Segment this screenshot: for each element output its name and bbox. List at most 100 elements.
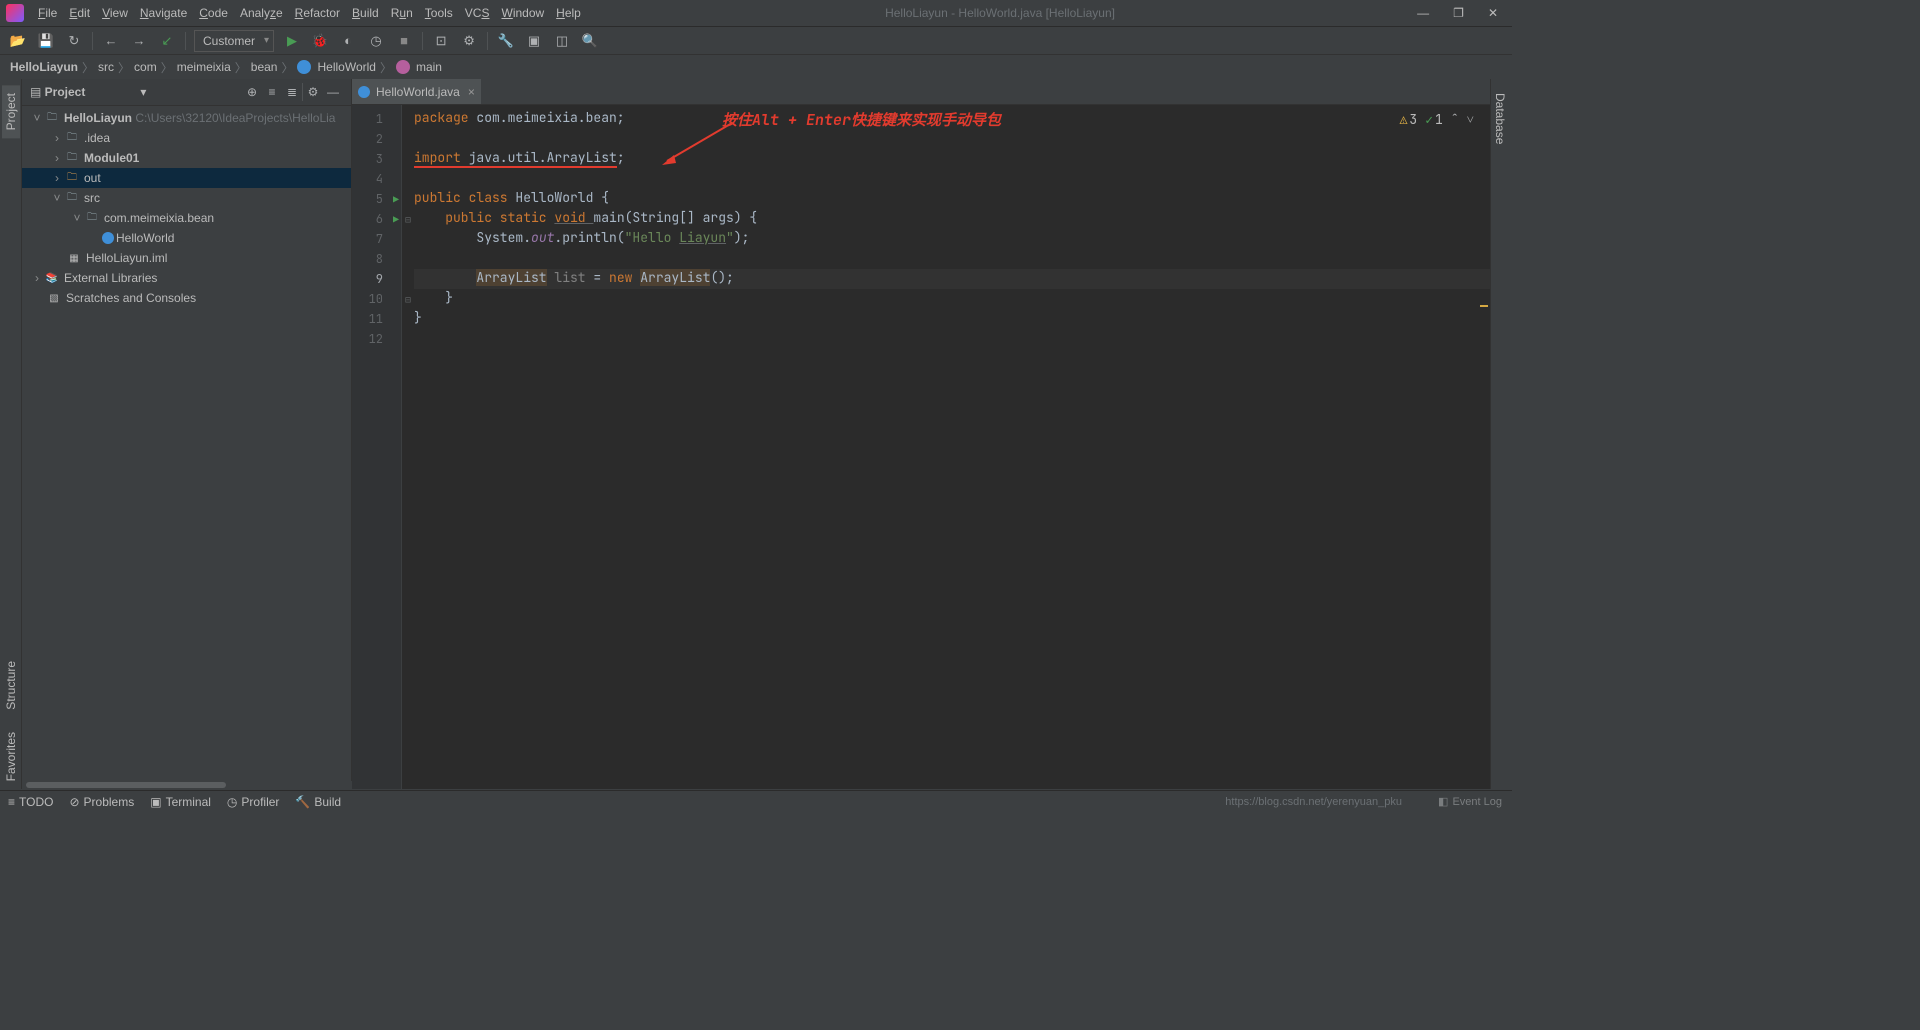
close-icon[interactable]: ×	[468, 85, 475, 99]
stop-button-icon[interactable]: ■	[394, 31, 414, 51]
class-icon	[297, 60, 311, 74]
close-button[interactable]: ✕	[1484, 6, 1502, 20]
editor-tabs: HelloWorld.java ×	[352, 79, 1490, 105]
refresh-icon[interactable]: ↻	[64, 31, 84, 51]
tool3-icon[interactable]: ▣	[524, 31, 544, 51]
bottom-profiler[interactable]: ◷ Profiler	[227, 795, 280, 809]
expand-icon[interactable]: ≡	[262, 85, 282, 99]
sidebar-tab-structure[interactable]: Structure	[2, 653, 20, 718]
menu-build[interactable]: Build	[346, 4, 385, 22]
run-gutter-icon[interactable]: ▶	[393, 213, 399, 226]
coverage-icon[interactable]: ◐	[338, 31, 358, 51]
tree-project-root[interactable]: ˅🗀 HelloLiayun C:\Users\32120\IdeaProjec…	[22, 108, 351, 128]
tree-idea[interactable]: ›🗀.idea	[22, 128, 351, 148]
horizontal-scrollbar[interactable]	[22, 781, 352, 789]
bottom-build[interactable]: 🔨 Build	[295, 795, 341, 809]
separator-icon	[422, 32, 423, 50]
breadcrumb-project[interactable]: HelloLiayun	[10, 60, 78, 74]
menu-tools[interactable]: Tools	[419, 4, 459, 22]
app-logo-icon	[6, 4, 24, 22]
run-config-dropdown[interactable]: Customer	[194, 30, 274, 52]
class-icon	[102, 232, 114, 244]
status-url: https://blog.csdn.net/yerenyuan_pku	[1225, 796, 1402, 808]
hide-icon[interactable]: —	[323, 85, 343, 99]
tool4-icon[interactable]: ◫	[552, 31, 572, 51]
separator-icon	[185, 32, 186, 50]
editor-body: 1 2 3 4 5▶ 6▶⊟ 7 8 9 10⊟ 11 12 ⚠3 ✓1 ˆ ˅	[352, 105, 1490, 789]
sidebar-tab-project[interactable]: Project	[2, 85, 20, 138]
run-button-icon[interactable]: ▶	[282, 31, 302, 51]
breadcrumb-class[interactable]: HelloWorld	[317, 60, 375, 74]
tree-iml[interactable]: ▦HelloLiayun.iml	[22, 248, 351, 268]
menu-window[interactable]: Window	[495, 4, 550, 22]
breadcrumb-method[interactable]: main	[416, 60, 442, 74]
menu-view[interactable]: View	[96, 4, 134, 22]
breadcrumb-meimeixia[interactable]: meimeixia	[177, 60, 231, 74]
maximize-button[interactable]: ❐	[1449, 6, 1468, 20]
forward-icon[interactable]: →	[129, 31, 149, 51]
bottom-todo[interactable]: ≡ TODO	[8, 795, 53, 809]
sidebar-tab-favorites[interactable]: Favorites	[2, 724, 20, 789]
bottom-terminal[interactable]: ▣ Terminal	[150, 795, 211, 809]
tab-helloworld[interactable]: HelloWorld.java ×	[352, 79, 481, 104]
project-panel-title: Project	[45, 85, 141, 99]
breadcrumb-com[interactable]: com	[134, 60, 157, 74]
back-icon[interactable]: ←	[101, 31, 121, 51]
main-area: Project Structure Favorites ▤ Project ▾ …	[0, 79, 1512, 789]
breadcrumb-src[interactable]: src	[98, 60, 114, 74]
warning-badge[interactable]: ⚠3	[1400, 111, 1418, 128]
tree-src[interactable]: ˅🗀src	[22, 188, 351, 208]
project-tree: ˅🗀 HelloLiayun C:\Users\32120\IdeaProjec…	[22, 106, 351, 789]
breadcrumb-bean[interactable]: bean	[251, 60, 278, 74]
pass-badge[interactable]: ✓1	[1425, 111, 1443, 128]
breadcrumb: HelloLiayun 〉 src 〉 com 〉 meimeixia 〉 be…	[0, 55, 1512, 79]
tree-module01[interactable]: ›🗀Module01	[22, 148, 351, 168]
tree-scratches[interactable]: ▧Scratches and Consoles	[22, 288, 351, 308]
menu-edit[interactable]: Edit	[63, 4, 96, 22]
open-icon[interactable]: 📂	[8, 31, 28, 51]
line-gutter[interactable]: 1 2 3 4 5▶ 6▶⊟ 7 8 9 10⊟ 11 12	[352, 105, 402, 789]
menu-navigate[interactable]: Navigate	[134, 4, 193, 22]
error-stripe	[1480, 105, 1490, 789]
separator-icon	[92, 32, 93, 50]
menu-run[interactable]: Run	[385, 4, 419, 22]
code-area[interactable]: ⚠3 ✓1 ˆ ˅ 按住Alt + Enter快捷键来实现手动导包 packag…	[402, 105, 1490, 789]
collapse-icon[interactable]: ≣	[282, 85, 302, 99]
compile-icon[interactable]: ↙	[157, 31, 177, 51]
up-icon[interactable]: ˆ	[1451, 111, 1459, 128]
settings-icon[interactable]: ⚙	[303, 85, 323, 99]
menu-help[interactable]: Help	[550, 4, 587, 22]
tool2-icon[interactable]: ⚙	[459, 31, 479, 51]
menu-analyze[interactable]: Analyze	[234, 4, 289, 22]
tree-external-libs[interactable]: ›📚External Libraries	[22, 268, 351, 288]
status-bar: ≡ TODO ⊘ Problems ▣ Terminal ◷ Profiler …	[0, 790, 1512, 812]
window-controls: — ❐ ✕	[1413, 6, 1502, 20]
window-title: HelloLiayun - HelloWorld.java [HelloLiay…	[587, 6, 1413, 20]
run-gutter-icon[interactable]: ▶	[393, 193, 399, 206]
left-sidebar: Project Structure Favorites	[0, 79, 22, 789]
tree-package[interactable]: ˅🗀com.meimeixia.bean	[22, 208, 351, 228]
down-icon[interactable]: ˅	[1467, 111, 1474, 128]
profile-icon[interactable]: ◷	[366, 31, 386, 51]
main-toolbar: 📂 💾 ↻ ← → ↙ Customer ▶ 🐞 ◐ ◷ ■ ⊡ ⚙ 🔧 ▣ ◫…	[0, 27, 1512, 55]
dropdown-icon[interactable]: ▾	[140, 85, 146, 99]
save-icon[interactable]: 💾	[36, 31, 56, 51]
event-log-button[interactable]: ◧ Event Log	[1438, 795, 1502, 808]
bottom-problems[interactable]: ⊘ Problems	[69, 795, 134, 809]
search-icon[interactable]: 🔍	[580, 31, 600, 51]
sidebar-tab-database[interactable]: Database	[1491, 85, 1509, 152]
tree-out[interactable]: ›🗀out	[22, 168, 351, 188]
wrench-icon[interactable]: 🔧	[496, 31, 516, 51]
run-config-label: Customer	[203, 34, 255, 48]
editor-area: HelloWorld.java × 1 2 3 4 5▶ 6▶⊟ 7 8 9 1…	[352, 79, 1490, 789]
menu-code[interactable]: Code	[193, 4, 234, 22]
debug-button-icon[interactable]: 🐞	[310, 31, 330, 51]
menu-file[interactable]: File	[32, 4, 63, 22]
method-icon	[396, 60, 410, 74]
minimize-button[interactable]: —	[1413, 6, 1433, 20]
locate-icon[interactable]: ⊕	[242, 85, 262, 99]
menu-vcs[interactable]: VCS	[459, 4, 496, 22]
tree-classfile[interactable]: HelloWorld	[22, 228, 351, 248]
menu-refactor[interactable]: Refactor	[289, 4, 346, 22]
tool1-icon[interactable]: ⊡	[431, 31, 451, 51]
